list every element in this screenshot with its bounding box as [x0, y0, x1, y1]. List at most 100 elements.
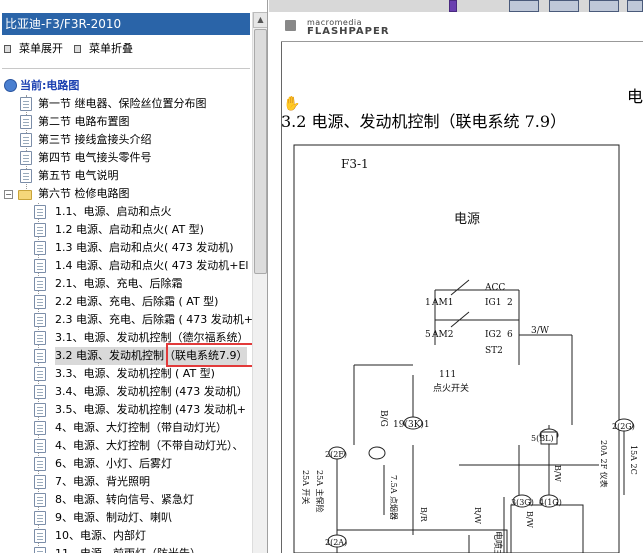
scroll-up-icon[interactable]: ▲: [253, 12, 267, 28]
collapse-menu-label: 菜单折叠: [89, 42, 133, 55]
navigation-panel: 比亚迪-F3/F3R-2010 菜单展开 菜单折叠 当前:电路图 第一节 继电器…: [0, 0, 268, 553]
collapse-toggle-icon[interactable]: −: [4, 190, 13, 199]
wire-color-rw: R/W: [473, 507, 482, 525]
fuse-label: 25A 开关: [301, 470, 311, 505]
document-icon: [34, 511, 46, 525]
expand-menu-label: 菜单展开: [19, 42, 63, 55]
menu-expand-icon: [4, 45, 11, 53]
connector-3g: 3(3G): [511, 498, 534, 507]
fuse-label: 25A 主保险: [315, 470, 325, 513]
window-button-icon[interactable]: [589, 0, 619, 12]
circuit-diagram: F3-1 电源 ACC IG1 IG2 ST2 AM1 AM2 1 5 2 6 …: [293, 144, 638, 553]
tree-item-label: 第一节 继电器、保险丝位置分布图: [38, 97, 207, 110]
document-icon: [34, 529, 46, 543]
tree-subitem-label: 11、电源、前雨灯（防光告）: [55, 545, 201, 553]
window-button-icon[interactable]: [509, 0, 539, 12]
pin-number: 6: [507, 330, 513, 340]
ignition-switch-name: 点火开关: [433, 382, 469, 394]
tree-subitem-label: 1.2 电源、启动和点火( AT 型): [55, 223, 204, 236]
document-icon: [20, 97, 32, 111]
wire-color-bg: B/G: [378, 410, 388, 427]
tree-subitem-label: 9、电源、制动灯、喇叭: [55, 511, 172, 524]
document-icon: [20, 115, 32, 129]
fuse-label: 7.5A 点烟器: [389, 475, 398, 520]
macromedia-logo-icon: [285, 20, 296, 31]
fuse-label: 15A 2C: [629, 445, 638, 475]
switch-label-ig2: IG2: [485, 330, 501, 340]
pin-number: 2: [507, 298, 513, 308]
document-icon: [34, 277, 46, 291]
tree-subitem-label: 8、电源、转向信号、紧急灯: [55, 493, 194, 506]
document-icon: [34, 295, 46, 309]
switch-pin-am1: AM1: [431, 298, 453, 308]
page-heading: 3.2 电源、发动机控制（联电系统 7.9）: [281, 112, 567, 131]
document-icon: [34, 385, 46, 399]
fuse-label: 20A 2F 仪表: [599, 440, 609, 488]
tree-item-label: 第三节 接线盒接头介绍: [38, 133, 152, 146]
collapse-menu-button[interactable]: 菜单折叠: [74, 42, 133, 56]
document-icon: [34, 241, 46, 255]
toolbar-divider: [2, 68, 250, 69]
document-icon: [34, 439, 46, 453]
tree-subitem-label: 4、电源、大灯控制（不带自动灯光）、: [55, 439, 244, 452]
tree-subitem-label: 4、电源、大灯控制（带自动灯光）: [55, 421, 227, 434]
document-icon: [34, 313, 46, 327]
tree-subitem-label: 2.3 电源、充电、后除霜 ( 473 发动机+: [55, 313, 253, 326]
document-icon: [34, 421, 46, 435]
document-icon: [34, 331, 46, 345]
wire-color-bw2: B/W: [525, 511, 534, 529]
document-icon: [34, 475, 46, 489]
highlight-box: [166, 343, 259, 367]
document-icon: [34, 493, 46, 507]
window-button-icon[interactable]: [627, 0, 643, 12]
pin-number: 1: [425, 298, 431, 308]
document-icon: [34, 223, 46, 237]
tree-item-label: 第四节 电气接头零件号: [38, 151, 152, 164]
connector-b: 5(BL): [531, 434, 554, 443]
panel-title: 比亚迪-F3/F3R-2010: [2, 13, 250, 35]
tree-subitem-label: 3.3、电源、发动机控制 ( AT 型): [55, 367, 215, 380]
wire-color-3w: 3/W: [531, 326, 550, 336]
expand-menu-button[interactable]: 菜单展开: [4, 42, 63, 56]
wire-color-br: B/R: [419, 507, 428, 523]
wire-color-bw: B/W: [553, 465, 562, 483]
brand-bottom-label: FLASHPAPER: [307, 26, 390, 37]
flashpaper-header: macromedia FLASHPAPER: [281, 12, 643, 42]
tree-subitem-label: 1.3 电源、启动和点火( 473 发动机): [55, 241, 234, 254]
corner-text: 电: [626, 87, 643, 106]
switch-label-acc: ACC: [484, 283, 505, 293]
vertical-scrollbar[interactable]: ▲: [252, 12, 267, 553]
tree-subitem-label: 7、电源、背光照明: [55, 475, 150, 488]
switch-label-st2: ST2: [485, 346, 503, 356]
tree-subitem-label: 3.5、电源、发动机控制 (473 发动机+: [55, 403, 246, 416]
tree-subitem-label: 2.1、电源、充电、后除霜: [55, 277, 183, 290]
tree-subitem-label: 2.2 电源、充电、后除霜 ( AT 型): [55, 295, 219, 308]
tree-subitem-label: 1.1、电源、启动和点火: [55, 205, 172, 218]
tree-item-label: 第二节 电路布置图: [38, 115, 130, 128]
toolbar-accent-icon: [449, 0, 457, 12]
connector-3k: 19(3K)1: [393, 419, 430, 430]
switch-label-ig1: IG1: [485, 298, 501, 308]
menu-collapse-icon: [74, 45, 81, 53]
scrollbar-thumb[interactable]: [254, 29, 267, 274]
tree-subitem-label: 10、电源、内部灯: [55, 529, 146, 542]
switch-pin-am2: AM2: [431, 330, 453, 340]
tree-subitem-label: 6、电源、小灯、后雾灯: [55, 457, 172, 470]
document-icon: [34, 547, 46, 553]
tree-item-label: 第六节 检修电路图: [38, 187, 130, 200]
tree-item-label: 第五节 电气说明: [38, 169, 119, 182]
connector-2f: 2(2F): [325, 450, 347, 459]
tree-subitem-label: 1.4 电源、启动和点火( 473 发动机+El: [55, 259, 249, 272]
ignition-switch-number: 111: [439, 370, 456, 380]
document-icon: [20, 133, 32, 147]
document-icon: [34, 403, 46, 417]
connector-1g: 4(1G): [539, 498, 562, 507]
window-button-icon[interactable]: [549, 0, 579, 12]
document-viewer: macromedia FLASHPAPER 电 ✋ 3.2 电源、发动机控制（联…: [269, 0, 643, 553]
document-icon: [34, 367, 46, 381]
diagram-title: 电源: [454, 212, 480, 227]
diagram-code: F3-1: [341, 157, 369, 171]
connector-2a: 2(2A): [325, 538, 347, 547]
viewer-top-strip: [269, 0, 643, 12]
pin-number: 5: [425, 330, 431, 340]
